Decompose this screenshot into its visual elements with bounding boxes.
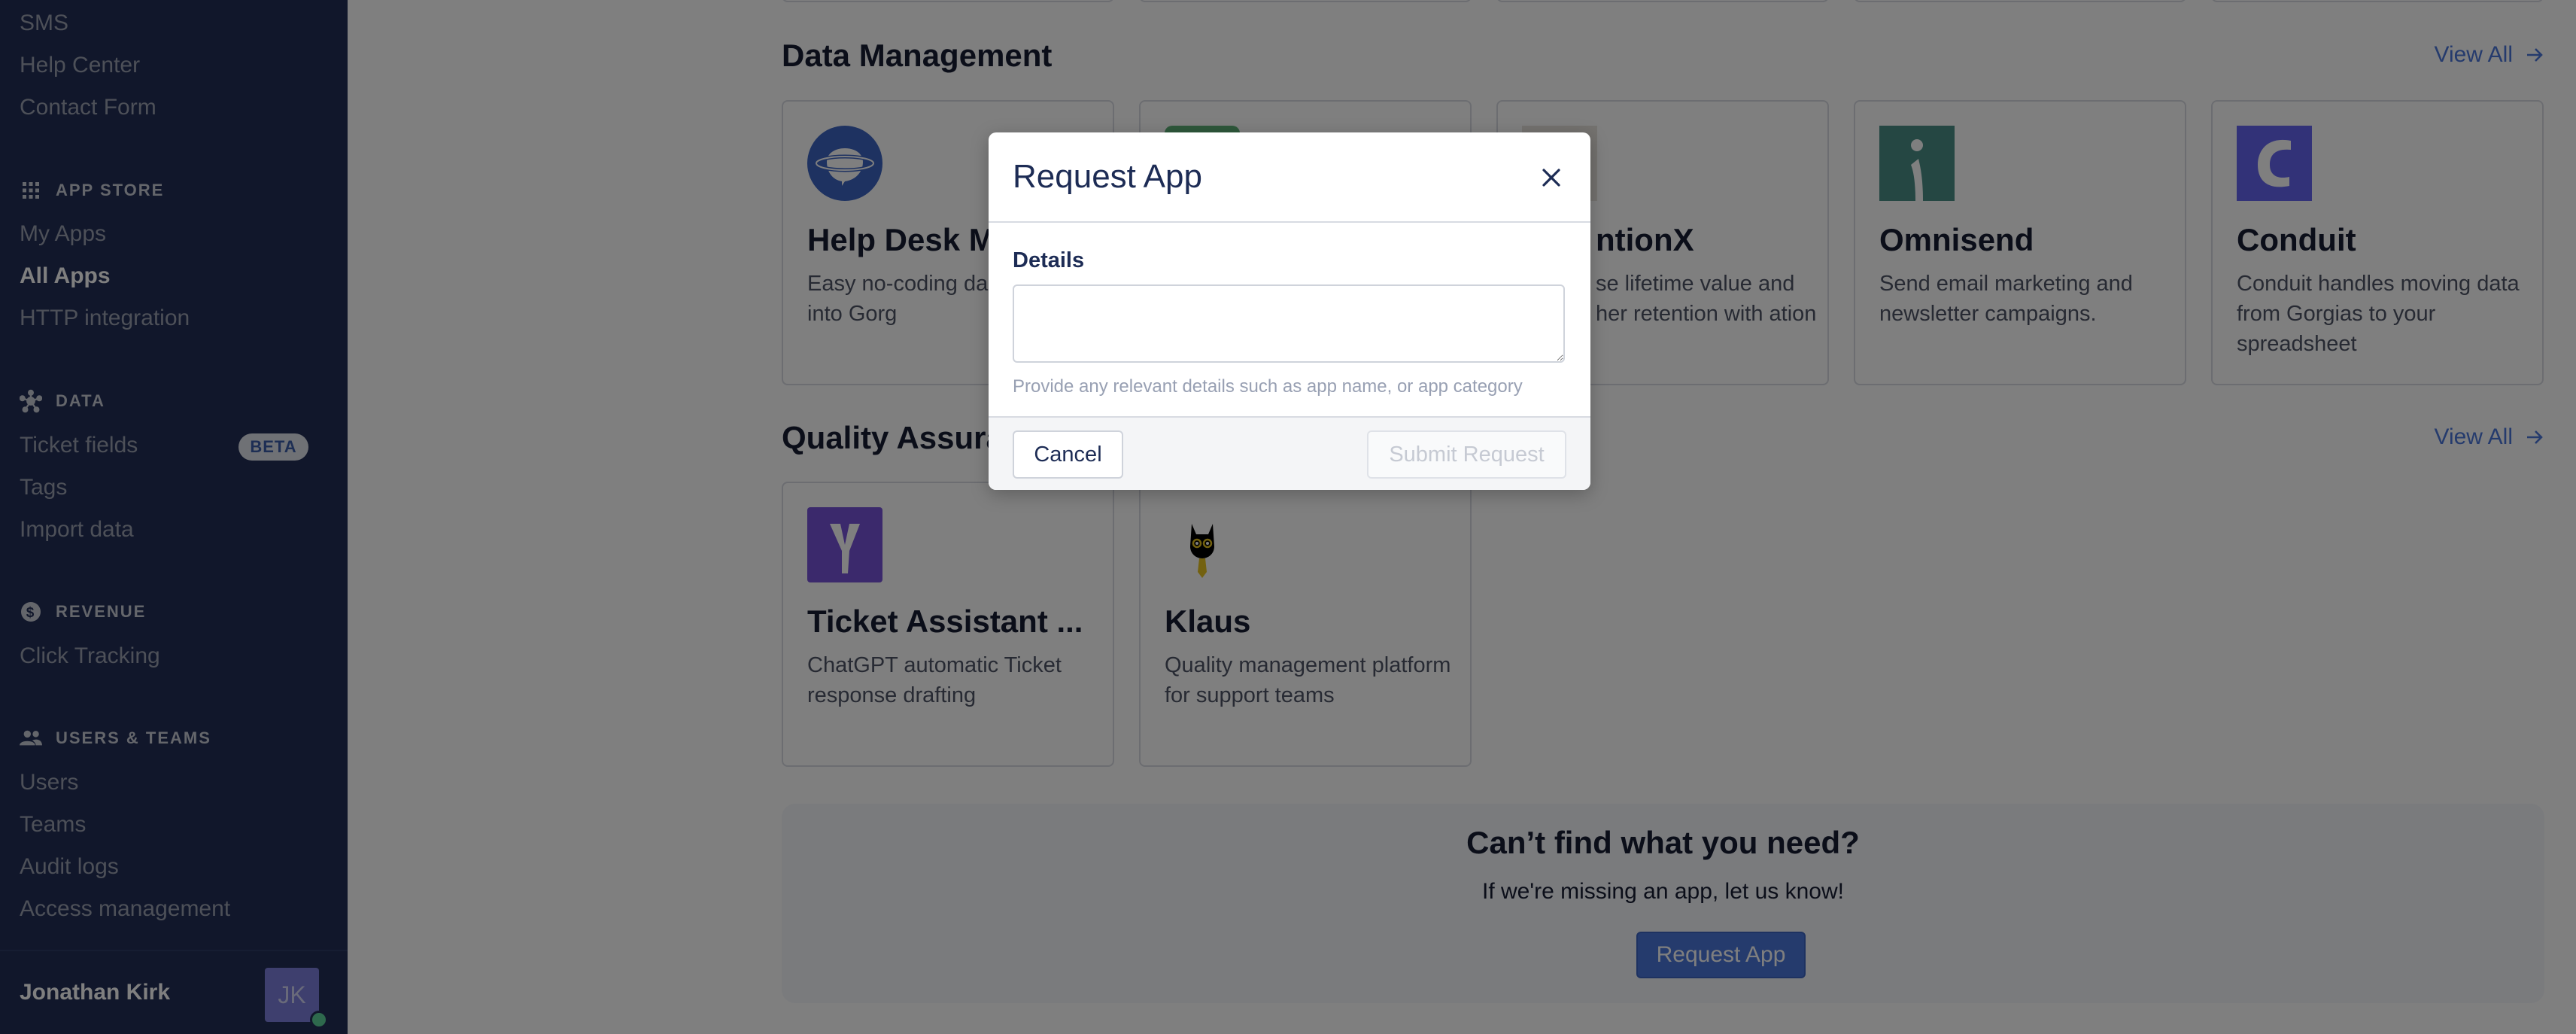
submit-request-button[interactable]: Submit Request bbox=[1367, 430, 1566, 479]
modal-footer: Cancel Submit Request bbox=[989, 416, 1590, 490]
request-app-modal: Request App Details Provide any relevant… bbox=[989, 132, 1590, 490]
close-icon bbox=[1542, 169, 1560, 187]
close-button[interactable] bbox=[1538, 164, 1565, 191]
modal-header: Request App bbox=[989, 132, 1590, 223]
details-help-text: Provide any relevant details such as app… bbox=[1013, 376, 1523, 397]
cancel-button[interactable]: Cancel bbox=[1013, 430, 1123, 479]
modal-title: Request App bbox=[1013, 158, 1202, 195]
details-label: Details bbox=[1013, 248, 1085, 272]
details-textarea[interactable] bbox=[1013, 284, 1565, 363]
